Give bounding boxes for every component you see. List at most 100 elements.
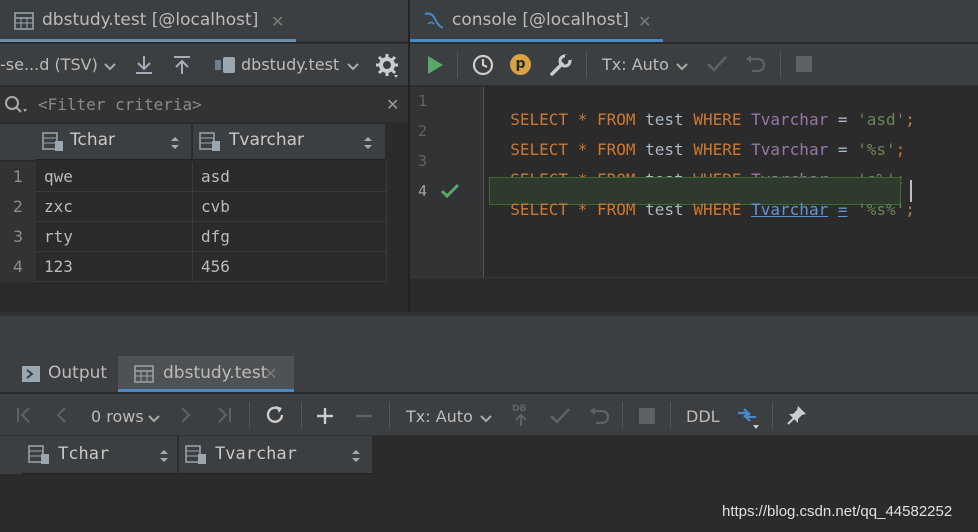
toolbar-separator xyxy=(670,402,671,428)
rollback-undo-icon[interactable] xyxy=(588,405,610,431)
wrench-icon[interactable] xyxy=(549,53,573,81)
add-row-icon[interactable] xyxy=(315,406,335,430)
table-icon xyxy=(134,365,154,387)
filter-bar: <Filter criteria> ✕ xyxy=(0,87,408,123)
table-icon xyxy=(14,12,34,30)
commit-check-icon[interactable] xyxy=(549,406,571,430)
chevron-down-icon[interactable] xyxy=(147,410,161,429)
row-number: 2 xyxy=(0,192,36,222)
commit-check-icon[interactable] xyxy=(706,54,728,78)
clear-filter-icon[interactable]: ✕ xyxy=(386,95,399,114)
refresh-icon[interactable] xyxy=(264,404,286,430)
column-icon xyxy=(28,445,50,469)
row-number: 4 xyxy=(0,252,36,282)
executed-check-icon xyxy=(440,182,460,204)
column-header-tchar[interactable]: Tchar xyxy=(36,124,192,160)
column-name: Tchar xyxy=(70,130,116,150)
tab-dbstudy-test[interactable]: dbstudy.test [@localhost] ✕ xyxy=(0,0,296,42)
close-icon[interactable]: ✕ xyxy=(638,12,651,31)
tab-label: dbstudy.test [@localhost] xyxy=(42,10,259,30)
chevron-down-icon[interactable] xyxy=(675,58,689,77)
sort-icon[interactable] xyxy=(363,135,373,154)
toolbar-separator xyxy=(772,402,773,428)
p-badge-icon[interactable]: p xyxy=(510,54,531,75)
stop-icon[interactable] xyxy=(796,56,812,72)
prev-page-icon[interactable] xyxy=(54,406,68,428)
tab-dbstudy-test-results[interactable]: dbstudy.test ✕ xyxy=(118,356,294,392)
next-page-icon[interactable] xyxy=(179,406,193,428)
grid-corner xyxy=(0,436,22,474)
column-header-tvarchar[interactable]: Tvarchar xyxy=(179,436,373,474)
toolbar-separator xyxy=(457,52,458,78)
chevron-down-icon[interactable] xyxy=(479,410,493,429)
code-line-4[interactable]: SELECT * FROM test WHERE Tvarchar = '%s%… xyxy=(491,181,915,219)
pin-icon[interactable] xyxy=(786,404,808,430)
sort-icon[interactable] xyxy=(170,135,180,154)
download-icon[interactable] xyxy=(133,54,155,80)
table-cell[interactable]: qwe xyxy=(36,162,193,192)
watermark: https://blog.csdn.net/qq_44582252 xyxy=(722,503,953,520)
stop-icon[interactable] xyxy=(639,408,655,424)
table-cell[interactable]: asd xyxy=(193,162,387,192)
row-number: 1 xyxy=(0,162,36,192)
datasource-select[interactable]: dbstudy.test xyxy=(241,55,339,74)
sort-icon[interactable] xyxy=(159,448,169,467)
first-page-icon[interactable] xyxy=(16,406,32,428)
history-icon[interactable] xyxy=(471,53,495,81)
close-icon[interactable]: ✕ xyxy=(271,12,284,31)
column-name: Tvarchar xyxy=(215,444,297,464)
table-cell[interactable]: cvb xyxy=(193,192,387,222)
run-icon[interactable] xyxy=(426,55,444,79)
tab-label: dbstudy.test xyxy=(163,363,268,383)
tab-console[interactable]: console [@localhost] ✕ xyxy=(410,0,663,42)
row-count-select[interactable]: 0 rows xyxy=(91,407,144,426)
tx-mode-select[interactable]: Tx: Auto xyxy=(602,55,669,74)
table-cell[interactable]: rty xyxy=(36,222,193,252)
column-icon xyxy=(185,445,207,469)
toolbar-separator xyxy=(622,402,623,428)
last-page-icon[interactable] xyxy=(216,406,232,428)
results-grid: Tchar Tvarchar 1 qwe asd 2 zxc cvb 3 rty… xyxy=(0,124,408,314)
close-icon[interactable]: ✕ xyxy=(264,364,277,383)
results-toolbar: -se...d (TSV) dbstudy.test xyxy=(0,44,408,86)
sort-icon[interactable] xyxy=(351,448,361,467)
column-icon xyxy=(199,132,221,156)
db-submit-icon[interactable]: DB xyxy=(511,404,531,428)
output-icon xyxy=(22,366,40,386)
search-icon xyxy=(4,95,32,119)
empty-service-area xyxy=(0,316,978,356)
grid-corner xyxy=(0,124,36,160)
chevron-down-icon[interactable] xyxy=(103,58,117,77)
line-number: 1 xyxy=(418,92,428,110)
text-cursor xyxy=(910,180,912,202)
line-number: 3 xyxy=(418,152,428,170)
column-header-tchar[interactable]: Tchar xyxy=(22,436,178,474)
compare-icon[interactable] xyxy=(736,404,762,434)
toolbar-separator xyxy=(389,402,390,428)
remove-row-icon[interactable] xyxy=(354,406,374,430)
gear-icon[interactable] xyxy=(375,53,401,83)
results-toolbar-bottom: 0 rows Tx: Auto DB DDL xyxy=(0,394,978,436)
tab-output[interactable]: Output xyxy=(0,356,120,392)
service-tabs: Output dbstudy.test ✕ xyxy=(0,356,978,392)
filter-input[interactable]: <Filter criteria> xyxy=(38,95,202,114)
line-number: 2 xyxy=(418,122,428,140)
rollback-undo-icon[interactable] xyxy=(744,53,766,79)
table-cell[interactable]: 123 xyxy=(36,252,193,282)
table-cell[interactable]: dfg xyxy=(193,222,387,252)
chevron-down-icon[interactable] xyxy=(346,58,360,77)
tab-label: console [@localhost] xyxy=(452,10,629,30)
column-header-tvarchar[interactable]: Tvarchar xyxy=(193,124,386,160)
export-format-select[interactable]: -se...d (TSV) xyxy=(0,55,98,74)
column-name: Tchar xyxy=(58,444,110,464)
ddl-button[interactable]: DDL xyxy=(686,407,720,426)
result-grid-bottom: Tchar Tvarchar https://blog.csdn.net/qq_… xyxy=(0,436,978,532)
table-cell[interactable]: 456 xyxy=(193,252,387,282)
toolbar-separator xyxy=(249,402,250,428)
table-cell[interactable]: zxc xyxy=(36,192,193,222)
toolbar-separator xyxy=(586,52,587,78)
upload-icon[interactable] xyxy=(171,54,193,80)
tx-mode-select[interactable]: Tx: Auto xyxy=(406,407,473,426)
editor-bottom-space xyxy=(410,277,978,312)
datasource-icon xyxy=(214,56,236,78)
